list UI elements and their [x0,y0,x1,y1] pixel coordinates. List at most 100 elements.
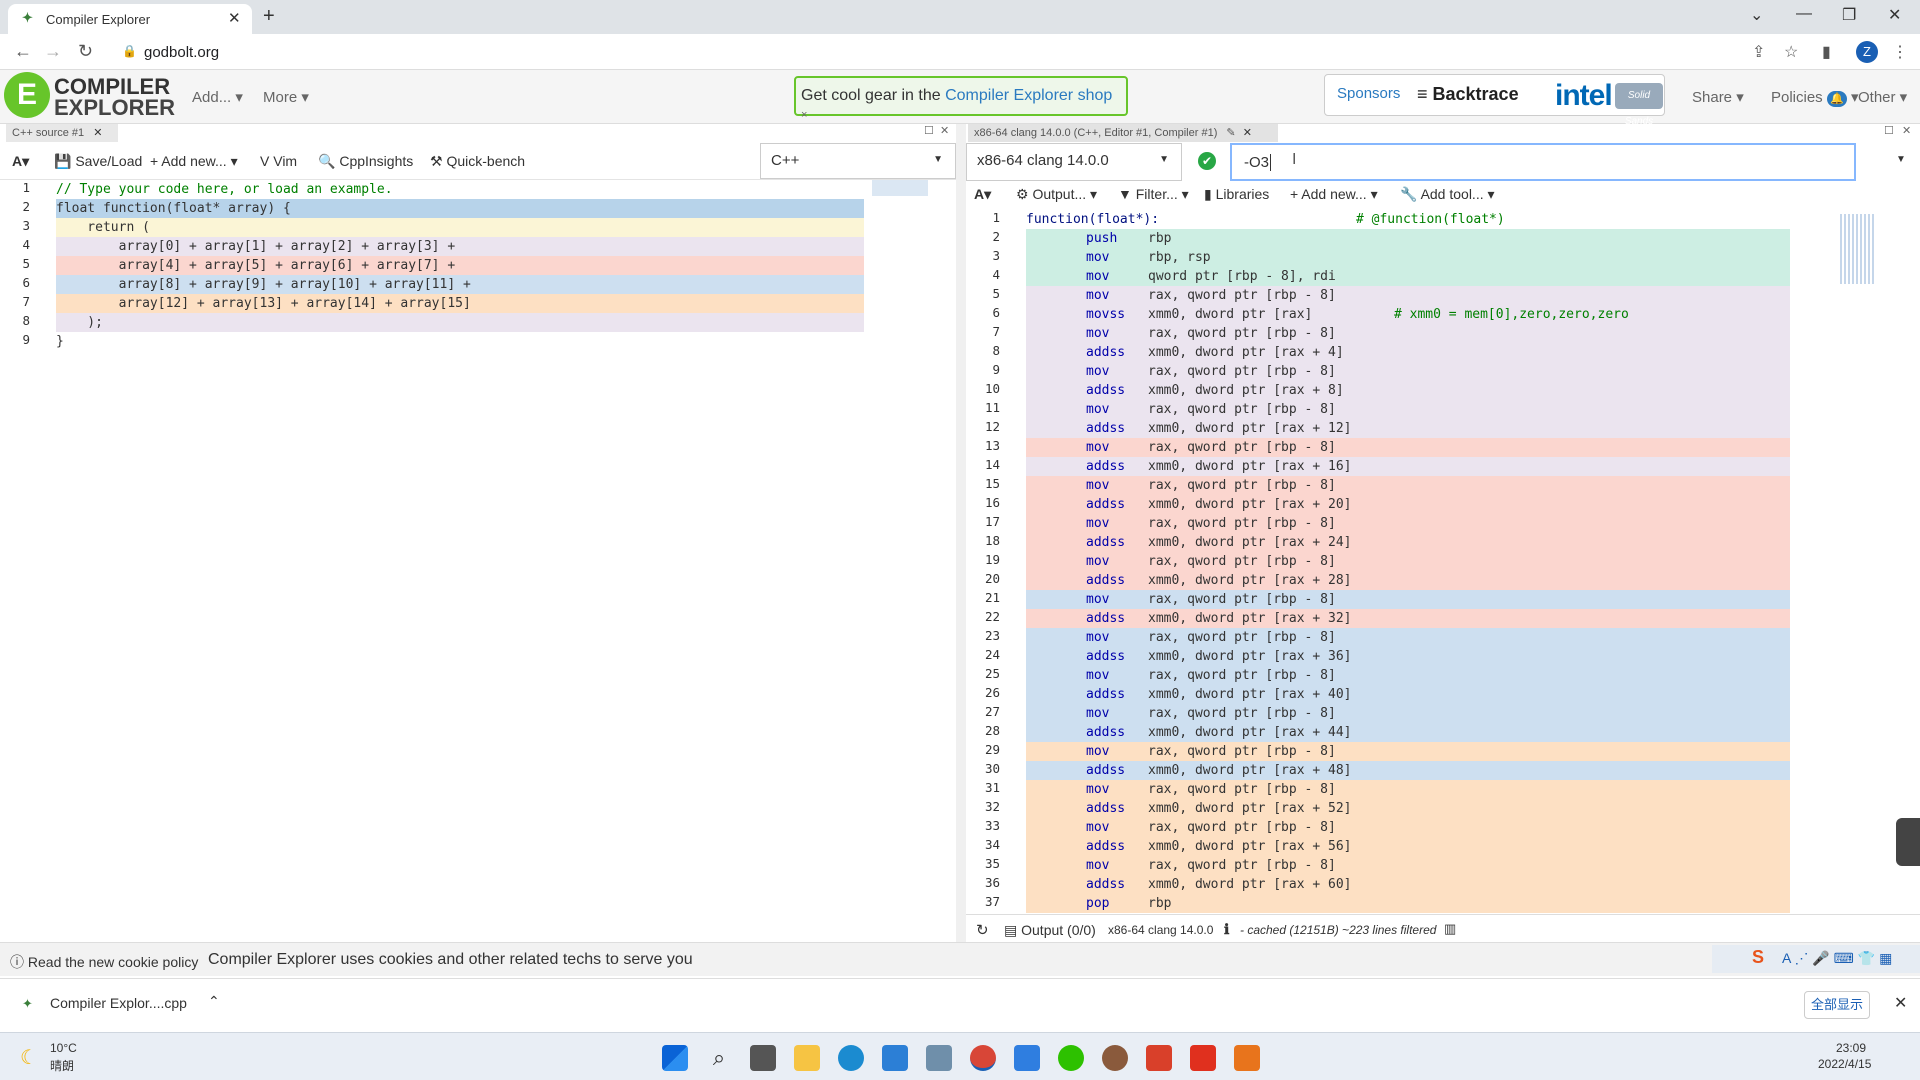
ce-logo-icon[interactable]: E [4,72,50,118]
asm-line[interactable] [1026,495,1790,514]
libraries-button[interactable]: ▮ Libraries [1204,186,1269,203]
asm-line[interactable] [1026,780,1790,799]
side-panel-icon[interactable]: ▮ [1822,42,1831,62]
cookie-policy-link[interactable]: ⓘ Read the new cookie policy [10,952,198,972]
asm-line[interactable] [1026,856,1790,875]
profile-avatar[interactable]: Z [1856,41,1878,63]
output-font-button[interactable]: A▾ [974,186,991,203]
feishu-icon[interactable] [1014,1045,1040,1071]
asm-line[interactable] [1026,438,1790,457]
ce-logo-text[interactable]: COMPILER EXPLORER [54,76,175,119]
asm-line[interactable] [1026,647,1790,666]
close-pane-icon[interactable]: ✕ [940,124,949,137]
wechat-icon[interactable] [1058,1045,1084,1071]
asm-line[interactable] [1026,514,1790,533]
video-recorder-icon[interactable] [1190,1045,1216,1071]
tab-search-icon[interactable]: ⌄ [1750,5,1763,25]
search-icon[interactable]: ⌕ [706,1045,732,1071]
asm-line[interactable] [1026,476,1790,495]
asm-line[interactable] [1026,381,1790,400]
bookmark-star-icon[interactable]: ☆ [1784,42,1798,62]
intel-logo[interactable]: intel [1555,79,1613,113]
close-source-tab-icon[interactable]: ✕ [93,127,102,139]
add-tool-button[interactable]: 🔧 Add tool... ▾ [1400,186,1495,203]
asm-line[interactable] [1026,609,1790,628]
asm-line[interactable] [1026,400,1790,419]
url-field[interactable]: 🔒 godbolt.org [112,38,1832,66]
maximize-compiler-pane-icon[interactable]: ☐ [1884,124,1894,137]
asm-line[interactable] [1026,875,1790,894]
language-select[interactable]: C++ ▼ [760,143,956,179]
edit-tab-icon[interactable]: ✎ [1226,127,1235,139]
source-line[interactable]: array[0] + array[1] + array[2] + array[3… [56,237,456,256]
close-downloads-icon[interactable]: ✕ [1894,993,1907,1013]
asm-line[interactable] [1026,571,1790,590]
minimize-icon[interactable]: — [1796,5,1812,23]
close-compiler-pane-icon[interactable]: ✕ [1902,124,1911,137]
slides-app-icon[interactable] [1234,1045,1260,1071]
output-button[interactable]: ▤ Output (0/0) [1004,922,1096,939]
ime-tools-icon[interactable]: A ⋰ 🎤 ⌨ 👕 ▦ [1782,950,1892,967]
source-line[interactable]: // Type your code here, or load an examp… [56,180,393,199]
asm-line[interactable] [1026,723,1790,742]
asm-line[interactable] [1026,552,1790,571]
compiler-pane-tab[interactable]: x86-64 clang 14.0.0 (C++, Editor #1, Com… [968,124,1278,142]
editor-minimap[interactable] [872,180,928,196]
info-icon[interactable]: ℹ [1224,921,1229,938]
maximize-pane-icon[interactable]: ☐ [924,124,934,137]
side-handle[interactable] [1896,818,1920,866]
output-options-button[interactable]: ⚙ Output... ▾ [1016,186,1097,203]
policies-menu[interactable]: Policies 🔔 ▾ [1771,88,1859,107]
asm-line[interactable] [1026,229,1790,248]
task-view-icon[interactable] [750,1045,776,1071]
asm-line[interactable] [1026,894,1790,913]
assembly-output[interactable]: 1 function(float*): # @function(float*) 2 pu… [966,210,1920,913]
other-menu[interactable]: Other ▾ [1858,88,1907,106]
reload-icon[interactable]: ↻ [78,41,93,62]
asm-line[interactable] [1026,457,1790,476]
weather-moon-icon[interactable]: ☾ [20,1045,38,1070]
edge-browser-icon[interactable] [838,1045,864,1071]
asm-line[interactable] [1026,818,1790,837]
asm-minimap[interactable] [1840,214,1874,284]
photos-icon[interactable] [926,1045,952,1071]
sogou-ime-icon[interactable]: S [1752,947,1764,968]
download-file-name[interactable]: Compiler Explor....cpp [50,995,187,1011]
chevron-up-icon[interactable]: ⌃ [208,993,220,1010]
source-line[interactable]: array[12] + array[13] + array[14] + arra… [56,294,471,313]
pane-splitter[interactable] [956,124,966,942]
source-line[interactable]: } [56,332,64,351]
compiler-options-input[interactable]: -O3 I [1230,143,1856,181]
filter-button[interactable]: ▼ Filter... ▾ [1118,186,1189,203]
asm-line[interactable] [1026,419,1790,438]
asm-line[interactable] [1026,267,1790,286]
chrome-browser-icon[interactable] [970,1045,996,1071]
compiler-select[interactable]: x86-64 clang 14.0.0 ▼ [966,143,1182,181]
asm-line[interactable] [1026,685,1790,704]
source-line[interactable]: array[4] + array[5] + array[6] + array[7… [56,256,456,275]
sponsors-box[interactable]: Sponsors ≡ Backtrace intel Solid Sands [1324,74,1665,127]
asm-line[interactable] [1026,837,1790,856]
recompile-icon[interactable]: ↻ [976,921,989,939]
back-icon[interactable]: ← [14,41,32,62]
promo-close-icon[interactable]: × [801,109,807,121]
source-line[interactable]: float function(float* array) { [56,199,291,218]
share-menu[interactable]: Share ▾ [1692,88,1744,106]
add-menu[interactable]: Add... ▾ [192,88,243,106]
asm-line[interactable] [1026,799,1790,818]
source-pane-tab[interactable]: C++ source #1 ✕ [6,124,118,142]
quick-bench-button[interactable]: ⚒ Quick-bench [430,153,525,170]
asm-line[interactable] [1026,343,1790,362]
solid-sands-logo[interactable]: Solid Sands [1615,83,1663,127]
asm-line[interactable] [1026,590,1790,609]
start-menu-icon[interactable] [662,1045,688,1071]
restore-icon[interactable]: ❐ [1842,5,1856,25]
wps-icon[interactable] [1146,1045,1172,1071]
close-window-icon[interactable]: ✕ [1888,5,1901,25]
browser-tab[interactable]: ✦ Compiler Explorer ✕ [8,4,252,34]
new-tab-icon[interactable]: + [263,5,275,28]
add-new-compiler-button[interactable]: + Add new... ▾ [1290,186,1378,203]
source-editor[interactable]: 1 // Type your code here, or load an exam… [0,180,950,940]
source-line[interactable]: return ( [56,218,150,237]
file-explorer-icon[interactable] [794,1045,820,1071]
